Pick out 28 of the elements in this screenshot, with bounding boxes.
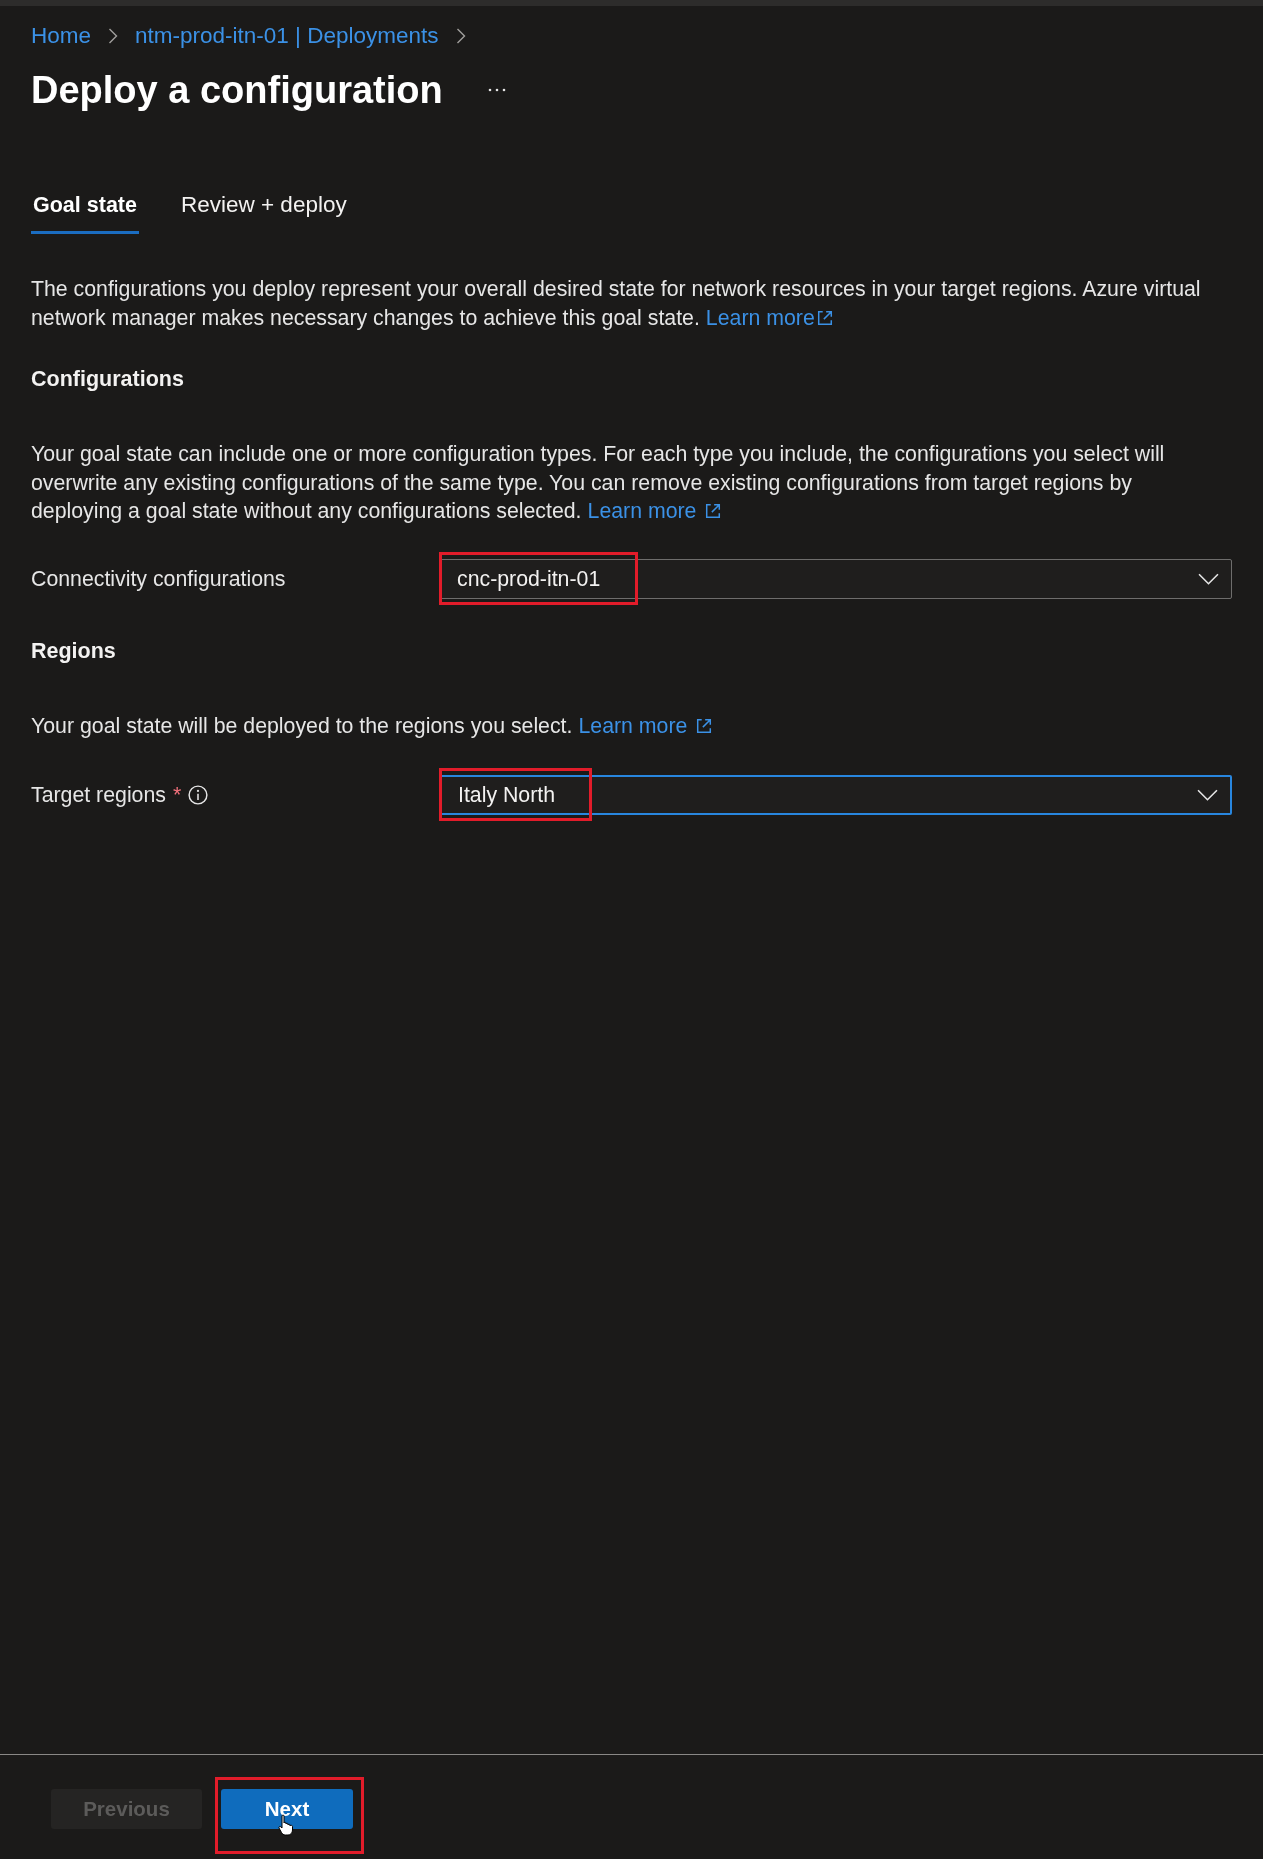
section-heading: Regions	[31, 637, 117, 665]
chevron-down-icon	[1197, 789, 1218, 801]
tab[interactable]: Review + deploy	[178, 191, 349, 234]
section-description: Your goal state can include one or more configuration types. For each type you include, the configurations you select will overwrite any existing configurations of the same type. You can remove existing configurations from target regions by deploying a goal state without any configurations selected. Learn more	[31, 441, 1166, 525]
chevron-right-icon	[455, 28, 466, 44]
dropdown-field[interactable]: Italy North	[440, 775, 1232, 815]
tab[interactable]: Goal state	[31, 191, 139, 234]
breadcrumb-link[interactable]: Home	[31, 21, 92, 51]
breadcrumb-link[interactable]: ntm-prod-itn-01 | Deployments	[135, 21, 439, 51]
chevron-right-icon	[108, 28, 119, 44]
required-mark: *	[172, 782, 182, 809]
chevron-down-icon	[1198, 572, 1219, 585]
intro-text: The configurations you deploy represent your overall desired state for network resources in your target regions. Azure virtual network manager makes necessary changes to achieve this goal state. Learn more	[31, 276, 1202, 332]
learn-more-link[interactable]: Learn more	[705, 305, 833, 330]
field-label: Connectivity configurations	[31, 565, 286, 593]
section-description: Your goal state will be deployed to the regions you select. Learn more	[31, 711, 1201, 740]
external-link-icon	[696, 717, 713, 734]
next-button[interactable]: Next	[221, 1789, 353, 1829]
info-icon[interactable]	[188, 785, 209, 805]
external-link-icon	[705, 503, 722, 519]
learn-more-link[interactable]: Learn more	[578, 713, 713, 738]
more-icon[interactable]	[487, 88, 506, 92]
field-label: Target regions	[31, 782, 166, 809]
section-heading: Configurations	[31, 366, 185, 393]
learn-more-link[interactable]: Learn more	[587, 499, 722, 523]
external-link-icon	[816, 309, 833, 326]
page-title: Deploy a configuration	[31, 68, 443, 113]
dropdown-field[interactable]: cnc-prod-itn-01	[440, 558, 1232, 599]
